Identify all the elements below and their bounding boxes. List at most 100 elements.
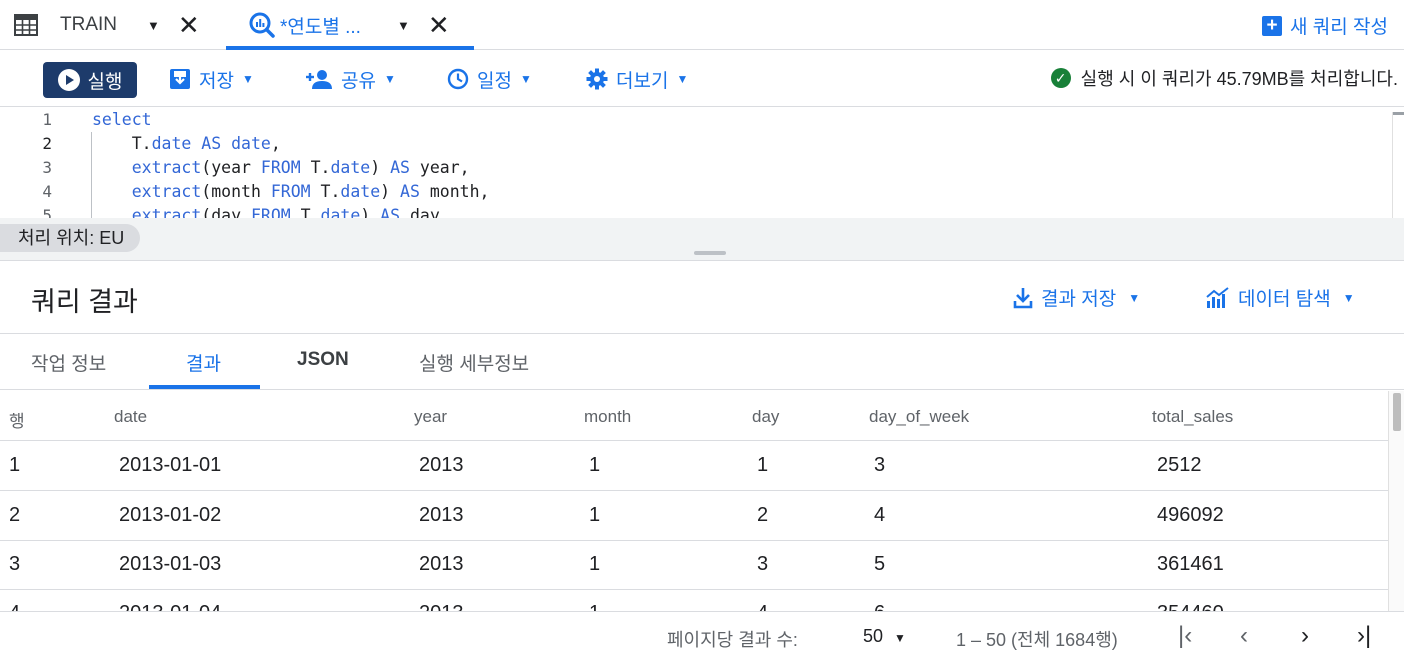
last-page-icon[interactable]: ›|	[1357, 622, 1371, 650]
status-text: 실행 시 이 쿼리가 45.79MB를 처리합니다.	[1080, 69, 1398, 89]
results-title: 쿼리 결과	[31, 287, 138, 317]
next-page-icon[interactable]: ›	[1301, 622, 1309, 650]
tab-query-label: *연도별 ...	[280, 16, 361, 38]
code-line: select	[92, 110, 152, 129]
chart-icon	[1206, 286, 1229, 308]
download-icon	[1013, 287, 1033, 308]
cell-day-of-week: 5	[874, 553, 886, 575]
code-line: extract(month FROM T.date) AS month,	[131, 182, 490, 201]
table-row[interactable]: 3 2013-01-03 2013 1 3 5 361461	[0, 541, 1388, 590]
tab-results[interactable]: 결과	[186, 349, 221, 376]
chevron-down-icon: ▼	[383, 72, 396, 86]
tab-execution-details[interactable]: 실행 세부정보	[419, 349, 529, 376]
per-page-value: 50	[863, 626, 884, 646]
tab-train[interactable]: TRAIN ▼ ✕	[14, 0, 200, 50]
share-label: 공유	[341, 70, 376, 92]
column-header-date[interactable]: date	[114, 407, 147, 427]
cell-month: 1	[589, 454, 601, 476]
cell-year: 2013	[419, 504, 464, 526]
tab-train-label: TRAIN	[60, 14, 117, 35]
active-tab-indicator	[226, 46, 474, 50]
cell-total-sales: 496092	[1157, 504, 1224, 526]
resize-handle[interactable]	[694, 251, 726, 255]
sql-editor[interactable]: 1 2 3 4 5 select T.date AS date, extract…	[0, 108, 1404, 218]
tab-job-info[interactable]: 작업 정보	[31, 349, 106, 376]
active-tab-indicator	[149, 385, 260, 389]
cell-year: 2013	[419, 454, 464, 476]
row-number: 3	[9, 553, 21, 575]
cell-day-of-week: 4	[874, 504, 886, 526]
cell-day: 4	[757, 602, 768, 611]
column-header-row: 행	[9, 412, 25, 431]
cell-date: 2013-01-04	[119, 602, 221, 611]
page-range-text: 1 – 50 (전체 1684행)	[956, 630, 1118, 650]
save-button[interactable]: 저장 ▼	[169, 62, 254, 96]
table-row[interactable]: 2 2013-01-02 2013 1 2 4 496092	[0, 491, 1388, 541]
cell-total-sales: 361461	[1157, 553, 1224, 575]
results-tabs: 작업 정보 결과 JSON 실행 세부정보	[0, 335, 1404, 390]
line-number: 5	[42, 206, 52, 218]
more-button[interactable]: 더보기 ▼	[586, 62, 688, 96]
query-toolbar: 실행 저장 ▼ 공유 ▼ 일정 ▼ 더보기 ▼ ✓ 실행 시 이 쿼리가 45.…	[0, 51, 1404, 107]
run-label: 실행	[87, 71, 123, 93]
tab-json[interactable]: JSON	[297, 349, 349, 371]
share-button[interactable]: 공유 ▼	[305, 62, 396, 96]
previous-page-icon[interactable]: ‹	[1240, 622, 1248, 650]
save-results-button[interactable]: 결과 저장 ▼	[1013, 284, 1140, 311]
line-number: 2	[42, 134, 52, 153]
new-query-button[interactable]: + 새 쿼리 작성	[1262, 12, 1388, 39]
results-header: 쿼리 결과 결과 저장 ▼ 데이터 탐색 ▼	[0, 262, 1404, 334]
query-validation-status: ✓ 실행 시 이 쿼리가 45.79MB를 처리합니다.	[1050, 65, 1398, 91]
code-line: T.date AS date,	[92, 134, 281, 153]
line-number: 1	[42, 110, 52, 129]
cell-month: 1	[589, 504, 601, 526]
cell-month: 1	[589, 602, 600, 611]
column-header-year[interactable]: year	[414, 407, 447, 427]
processing-location-chip: 처리 위치: EU	[0, 224, 141, 252]
editor-scrollbar[interactable]	[1392, 112, 1404, 218]
query-tab-bar: TRAIN ▼ ✕ *연도별 ... ▼ ✕ + 새 쿼리 작성	[0, 0, 1404, 50]
chevron-down-icon[interactable]: ▼	[147, 18, 160, 33]
line-number: 4	[42, 182, 52, 201]
chevron-down-icon[interactable]: ▼	[397, 18, 410, 33]
pagination-bar: 페이지당 결과 수: 50 ▼ 1 – 50 (전체 1684행) |‹ ‹ ›…	[0, 611, 1404, 665]
clock-icon	[447, 68, 469, 90]
column-header-total-sales[interactable]: total_sales	[1152, 407, 1233, 427]
cell-date: 2013-01-01	[119, 454, 222, 476]
close-icon[interactable]: ✕	[428, 12, 450, 38]
code-line: extract(day FROM T.date) AS day	[131, 206, 440, 218]
table-scrollbar[interactable]	[1388, 391, 1404, 611]
chevron-down-icon: ▼	[1128, 290, 1141, 305]
cell-date: 2013-01-02	[119, 504, 222, 526]
cell-date: 2013-01-03	[119, 553, 222, 575]
per-page-select[interactable]: 50 ▼	[863, 626, 906, 647]
per-page-label: 페이지당 결과 수:	[667, 630, 798, 650]
chevron-down-icon: ▼	[1342, 290, 1355, 305]
table-row[interactable]: 4 2013-01-04 2013 1 4 6 354460	[0, 590, 1388, 611]
tab-query[interactable]: *연도별 ... ▼ ✕	[248, 0, 450, 50]
run-button[interactable]: 실행	[43, 62, 137, 98]
cell-day-of-week: 6	[874, 602, 885, 611]
chevron-down-icon: ▼	[894, 631, 906, 645]
cell-year: 2013	[419, 602, 464, 611]
table-row[interactable]: 1 2013-01-01 2013 1 1 3 2512	[0, 441, 1388, 491]
cell-total-sales: 354460	[1157, 602, 1224, 611]
cell-total-sales: 2512	[1157, 454, 1202, 476]
close-icon[interactable]: ✕	[178, 12, 200, 38]
column-header-month[interactable]: month	[584, 407, 631, 427]
first-page-icon[interactable]: |‹	[1178, 622, 1192, 650]
plus-icon: +	[1262, 15, 1283, 36]
more-label: 더보기	[616, 70, 669, 92]
add-person-icon	[306, 70, 332, 89]
column-header-day[interactable]: day	[752, 407, 779, 427]
play-icon	[57, 69, 80, 91]
cell-day: 3	[757, 553, 769, 575]
save-results-label: 결과 저장	[1041, 289, 1117, 310]
row-number: 4	[9, 602, 20, 611]
chevron-down-icon: ▼	[676, 72, 689, 86]
query-icon	[249, 12, 275, 38]
explore-data-button[interactable]: 데이터 탐색 ▼	[1206, 284, 1355, 311]
schedule-button[interactable]: 일정 ▼	[447, 62, 532, 96]
column-header-day-of-week[interactable]: day_of_week	[869, 407, 969, 427]
cell-month: 1	[589, 553, 601, 575]
